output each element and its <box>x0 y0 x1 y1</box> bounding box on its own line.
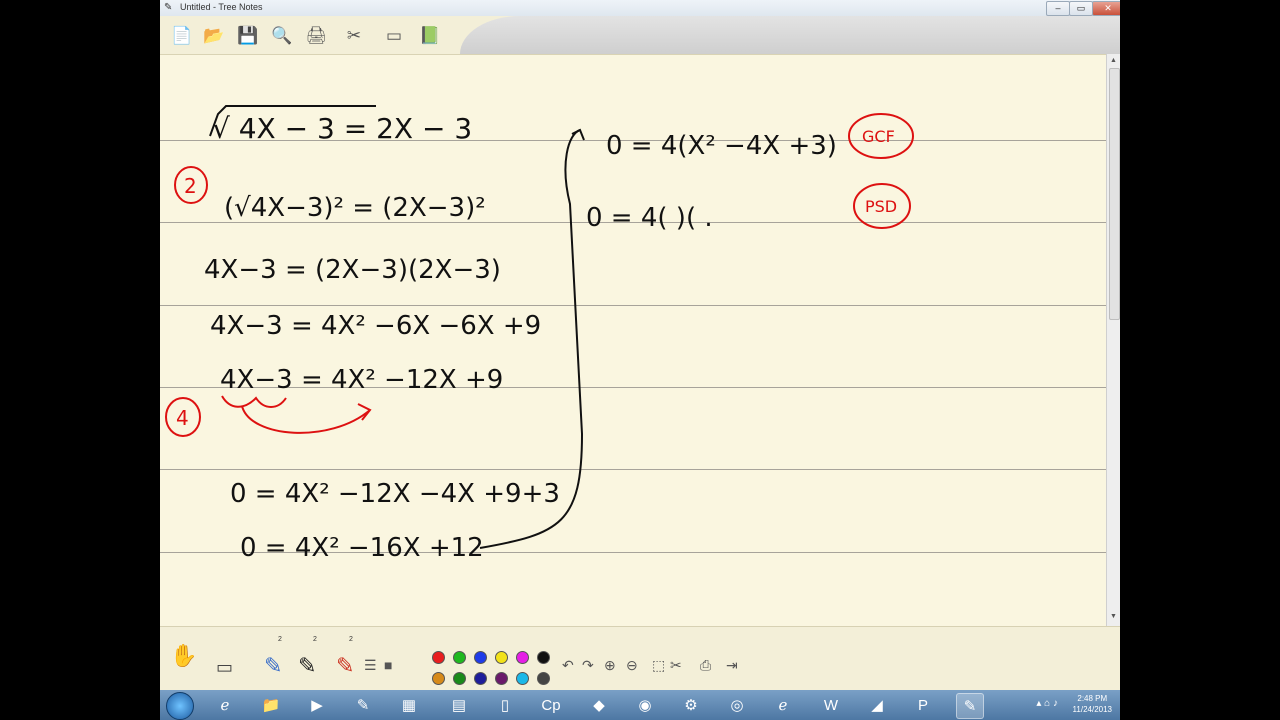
tool-icon[interactable]: ◆ <box>586 693 612 717</box>
windows-taskbar: ℯ 📁 ▶ ✎ ▦ ▤ ▯ Cp ◆ ◉ ⚙ ◎ ℯ W ◢ P ✎ ▴ ⌂ ♪… <box>160 690 1120 720</box>
color-swatch-magenta[interactable] <box>516 651 529 664</box>
minimize-button[interactable]: – <box>1046 1 1070 16</box>
vertical-scrollbar[interactable]: ▲ ▼ <box>1106 54 1120 626</box>
clock-time: 2:48 PM <box>1077 694 1108 703</box>
color-swatch-black[interactable] <box>537 651 550 664</box>
clock-date: 11/24/2013 <box>1072 705 1112 714</box>
internet-explorer-2-icon[interactable]: ℯ <box>770 693 796 717</box>
window-title: Untitled - Tree Notes <box>180 2 263 12</box>
color-swatch-yellow[interactable] <box>495 651 508 664</box>
zoom-out-icon[interactable]: ⊖ <box>626 657 638 674</box>
pen-size-label: 2 <box>278 636 282 643</box>
color-swatch-orange[interactable] <box>432 672 445 685</box>
print-button[interactable]: 🖨 <box>304 24 328 48</box>
tool-palette: 2 2 2 ✋ ▭ ✎ ✎ ✎ ☰ ■ ↶ ↷ ⊕ ⊖ ⬚ ✂ ⎙ ⇥ <box>160 626 1120 690</box>
new-file-button[interactable]: 📄 <box>170 24 194 48</box>
phone-icon[interactable]: ▯ <box>492 693 518 717</box>
system-tray-icons[interactable]: ▴ ⌂ ♪ <box>1036 698 1058 709</box>
color-swatch-gray[interactable] <box>537 672 550 685</box>
color-swatch-green[interactable] <box>453 651 466 664</box>
window-button[interactable]: ▭ <box>382 24 406 48</box>
scroll-down-icon[interactable]: ▼ <box>1109 612 1118 622</box>
media-player-icon[interactable]: ▶ <box>304 693 330 717</box>
equation-line: √ 4X − 3 = 2X − 3 <box>212 112 472 145</box>
print-preview-button[interactable]: 🔍 <box>270 24 294 48</box>
step-label: 2 <box>184 174 197 198</box>
start-button[interactable] <box>166 692 194 720</box>
pen-size-label: 2 <box>349 636 353 643</box>
camera-icon[interactable]: ◎ <box>724 693 750 717</box>
internet-explorer-icon[interactable]: ℯ <box>212 693 238 717</box>
equation-line: 4X−3 = (2X−3)(2X−3) <box>204 255 501 285</box>
powerpoint-icon[interactable]: P <box>910 693 936 717</box>
zoom-in-icon[interactable]: ⊕ <box>604 657 616 674</box>
scroll-up-icon[interactable]: ▲ <box>1109 56 1118 66</box>
color-swatch-red[interactable] <box>432 651 445 664</box>
lines-tool-icon[interactable]: ☰ <box>364 657 377 674</box>
color-swatch-cyan[interactable] <box>516 672 529 685</box>
underline-stroke <box>221 395 287 408</box>
psd-label: PSD <box>865 197 897 216</box>
title-bar: ✎ Untitled - Tree Notes – ▭ ✕ <box>160 0 1120 17</box>
insert-page-icon[interactable]: ⎙ <box>700 657 711 674</box>
marker-tool-icon[interactable]: ✎ <box>298 653 316 679</box>
calculator-icon[interactable]: ▤ <box>446 693 472 717</box>
highlighter-tool-icon[interactable]: ✎ <box>336 653 354 679</box>
open-folder-button[interactable]: 📂 <box>202 24 226 48</box>
fill-color-icon[interactable]: ■ <box>384 657 392 673</box>
undo-icon[interactable]: ↶ <box>562 657 574 674</box>
maximize-button[interactable]: ▭ <box>1069 1 1093 16</box>
color-swatch-purple[interactable] <box>495 672 508 685</box>
redo-icon[interactable]: ↷ <box>582 657 594 674</box>
append-page-icon[interactable]: ⇥ <box>726 657 738 674</box>
equation-line: 0 = 4(X² −4X +3) <box>606 131 837 161</box>
select-tool-icon[interactable]: ⬚ <box>652 657 665 674</box>
hand-tool-icon[interactable]: ✋ <box>170 643 197 669</box>
export-button[interactable]: 📗 <box>418 24 442 48</box>
cut-icon[interactable]: ✂ <box>670 657 682 674</box>
chrome-icon[interactable]: ◉ <box>632 693 658 717</box>
word-icon[interactable]: W <box>818 693 844 717</box>
screen-capture-button[interactable]: ✂ <box>342 24 366 48</box>
tree-notes-icon[interactable]: ✎ <box>350 693 376 717</box>
notes-icon[interactable]: ◢ <box>864 693 890 717</box>
scroll-thumb[interactable] <box>1109 68 1120 320</box>
pen-tool-icon[interactable]: ✎ <box>264 653 282 679</box>
equation-line: 0 = 4( )( . <box>586 203 713 233</box>
archive-icon[interactable]: ▦ <box>396 693 422 717</box>
clock[interactable]: 2:48 PM 11/24/2013 <box>1073 693 1112 715</box>
ink-layer: √ 4X − 3 = 2X − 3 (√4X−3)² = (2X−3)² 4X−… <box>165 105 914 563</box>
color-swatch-navy[interactable] <box>474 672 487 685</box>
step-label: 4 <box>176 406 189 430</box>
equation-line: 4X−3 = 4X² −12X +9 <box>220 365 503 395</box>
move-arrow <box>241 405 371 434</box>
close-button[interactable]: ✕ <box>1092 1 1120 16</box>
pen-size-label: 2 <box>313 636 317 643</box>
toolbar-decoration <box>460 16 1120 54</box>
pen-active-icon[interactable]: ✎ <box>956 693 984 719</box>
equation-line: 0 = 4X² −12X −4X +9+3 <box>230 479 560 509</box>
pen-app-icon: ✎ <box>164 2 173 13</box>
toolbar: 📄 📂 💾 🔍 🖨 ✂ ▭ 📗 <box>160 16 1120 54</box>
color-swatch-dark-green[interactable] <box>453 672 466 685</box>
gcf-label: GCF <box>862 127 895 146</box>
save-button[interactable]: 💾 <box>236 24 260 48</box>
network-icon[interactable]: ⚙ <box>678 693 704 717</box>
equation-line: (√4X−3)² = (2X−3)² <box>224 193 486 223</box>
captivate-icon[interactable]: Cp <box>538 693 564 717</box>
eraser-tool-icon[interactable]: ▭ <box>216 657 233 678</box>
equation-line: 4X−3 = 4X² −6X −6X +9 <box>210 311 541 341</box>
color-swatch-blue[interactable] <box>474 651 487 664</box>
equation-line: 0 = 4X² −16X +12 <box>240 533 484 563</box>
tree-notes-window: ✎ Untitled - Tree Notes – ▭ ✕ 📄 📂 💾 🔍 🖨 … <box>160 0 1120 690</box>
file-explorer-icon[interactable]: 📁 <box>258 693 284 717</box>
